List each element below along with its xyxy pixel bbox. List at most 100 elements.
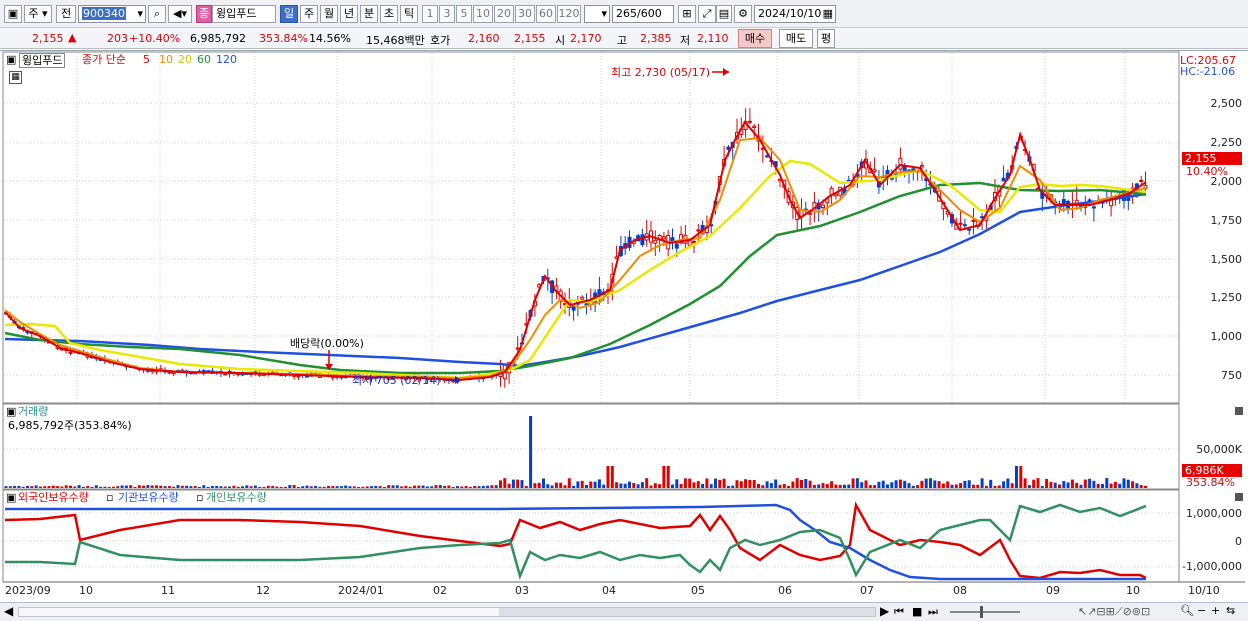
volume-bar: [1010, 483, 1014, 488]
x-label-03: 03: [515, 584, 529, 597]
volume-bar: [13, 486, 17, 488]
volume-bar: [683, 478, 687, 488]
institution-holding-label[interactable]: 기관보유수량: [118, 491, 179, 504]
volume-bar: [460, 486, 464, 488]
x-label-08: 08: [953, 584, 967, 597]
volume-bar: [800, 479, 803, 488]
grid-toggle-icon[interactable]: ▦: [9, 71, 22, 84]
volume-bar: [473, 485, 477, 488]
volume-bar: [51, 485, 55, 488]
high-note: 최고 2,730 (05/17): [611, 66, 711, 79]
volume-close-icon[interactable]: [1235, 407, 1243, 415]
zoom-slider[interactable]: [950, 606, 1020, 618]
volume-bar: [417, 485, 421, 488]
candle-body: [872, 169, 877, 173]
candle-body: [1087, 199, 1092, 202]
volume-bar: [688, 478, 692, 488]
chart-svg[interactable]: [0, 0, 1248, 621]
volume-bars: [4, 416, 1147, 488]
y-tick-1250: 1,250: [1210, 291, 1243, 304]
volume-bar: [271, 486, 275, 488]
ma-20-label[interactable]: 20: [178, 53, 192, 66]
volume-bar: [456, 486, 459, 488]
holding-close-icon[interactable]: [1235, 493, 1243, 501]
volume-bar: [198, 486, 201, 488]
volume-bar: [774, 479, 778, 488]
candle-body: [571, 306, 576, 311]
first-icon[interactable]: ⏮: [894, 605, 904, 618]
ma-10-label[interactable]: 10: [159, 53, 173, 66]
candlestick-series: [4, 108, 1148, 388]
zoom-out-icon[interactable]: −: [1197, 604, 1206, 617]
ma-60-line: [4, 181, 1147, 375]
draw-tool-icons[interactable]: ↖↗⊟⊞⟋⊘⊚⊡: [1078, 605, 1150, 618]
volume-bar: [757, 483, 760, 488]
last-icon[interactable]: ⏭: [928, 605, 938, 618]
volume-bar: [245, 485, 249, 488]
volume-bar: [288, 485, 292, 488]
volume-bar: [529, 416, 533, 488]
volume-bar: [1101, 483, 1104, 488]
candle-body: [821, 204, 825, 209]
ma-120-label[interactable]: 120: [216, 53, 237, 66]
volume-bar: [821, 483, 825, 488]
holding-y-tick-0: 0: [1235, 535, 1242, 548]
volume-bar: [107, 486, 111, 488]
volume-bar: [430, 486, 434, 488]
volume-bar: [155, 485, 158, 488]
ma-60-label[interactable]: 60: [197, 53, 211, 66]
individual-holding-label[interactable]: 개인보유수량: [206, 491, 267, 504]
ma-5-label[interactable]: 5: [143, 53, 150, 66]
scroll-thumb[interactable]: [499, 608, 875, 616]
volume-bar: [537, 482, 541, 488]
volume-bar: [606, 466, 610, 488]
volume-bar: [602, 484, 606, 488]
volume-bar: [567, 478, 571, 488]
volume-bar: [296, 486, 300, 488]
foreign-holding-label[interactable]: 외국인보유수량: [18, 491, 89, 504]
volume-bar: [370, 486, 373, 488]
candle-body: [808, 212, 813, 215]
volume-bar: [585, 484, 588, 488]
volume-bar: [133, 486, 137, 488]
volume-bar: [916, 485, 920, 488]
volume-bar: [86, 486, 90, 488]
y-tick-1500: 1,500: [1210, 253, 1243, 266]
volume-bar: [258, 486, 262, 488]
volume-bar: [761, 485, 765, 488]
stock-title[interactable]: 윙입푸드: [19, 53, 66, 68]
zoom-in-icon[interactable]: +: [1211, 604, 1220, 617]
volume-bar: [357, 486, 361, 488]
zoom-search-icon[interactable]: 🔍︎: [1180, 604, 1194, 617]
scroll-track[interactable]: [18, 607, 876, 617]
volume-bar: [941, 483, 945, 488]
volume-bar: [344, 485, 348, 488]
volume-bar: [929, 478, 932, 488]
candle-body: [584, 303, 589, 306]
institution-holding-line: [5, 503, 1146, 581]
volume-bar: [314, 485, 318, 488]
volume-bar: [855, 478, 859, 488]
x-label-09: 09: [1046, 584, 1060, 597]
volume-bar: [38, 486, 42, 488]
volume-title[interactable]: 거래량: [18, 405, 48, 418]
stop-icon[interactable]: ■: [912, 605, 922, 618]
scroll-right-icon[interactable]: ▶: [880, 605, 889, 618]
volume-bar: [739, 481, 743, 488]
legend-separator-icon: ▫: [106, 491, 114, 504]
volume-bar: [266, 485, 270, 488]
volume-bar: [679, 483, 683, 488]
volume-bar: [1131, 481, 1135, 488]
volume-bar: [1062, 481, 1066, 488]
volume-bar: [937, 481, 941, 488]
volume-bar: [481, 485, 485, 488]
volume-bar: [1006, 478, 1010, 488]
scroll-left-icon[interactable]: ◀: [4, 605, 13, 618]
volume-bar: [202, 485, 206, 488]
volume-bar: [989, 479, 993, 488]
volume-bar: [993, 485, 997, 488]
more-icon[interactable]: ⇆: [1226, 604, 1235, 617]
volume-bar: [597, 479, 601, 488]
candle-body: [971, 219, 976, 222]
zoom-slider-handle[interactable]: [980, 606, 983, 618]
